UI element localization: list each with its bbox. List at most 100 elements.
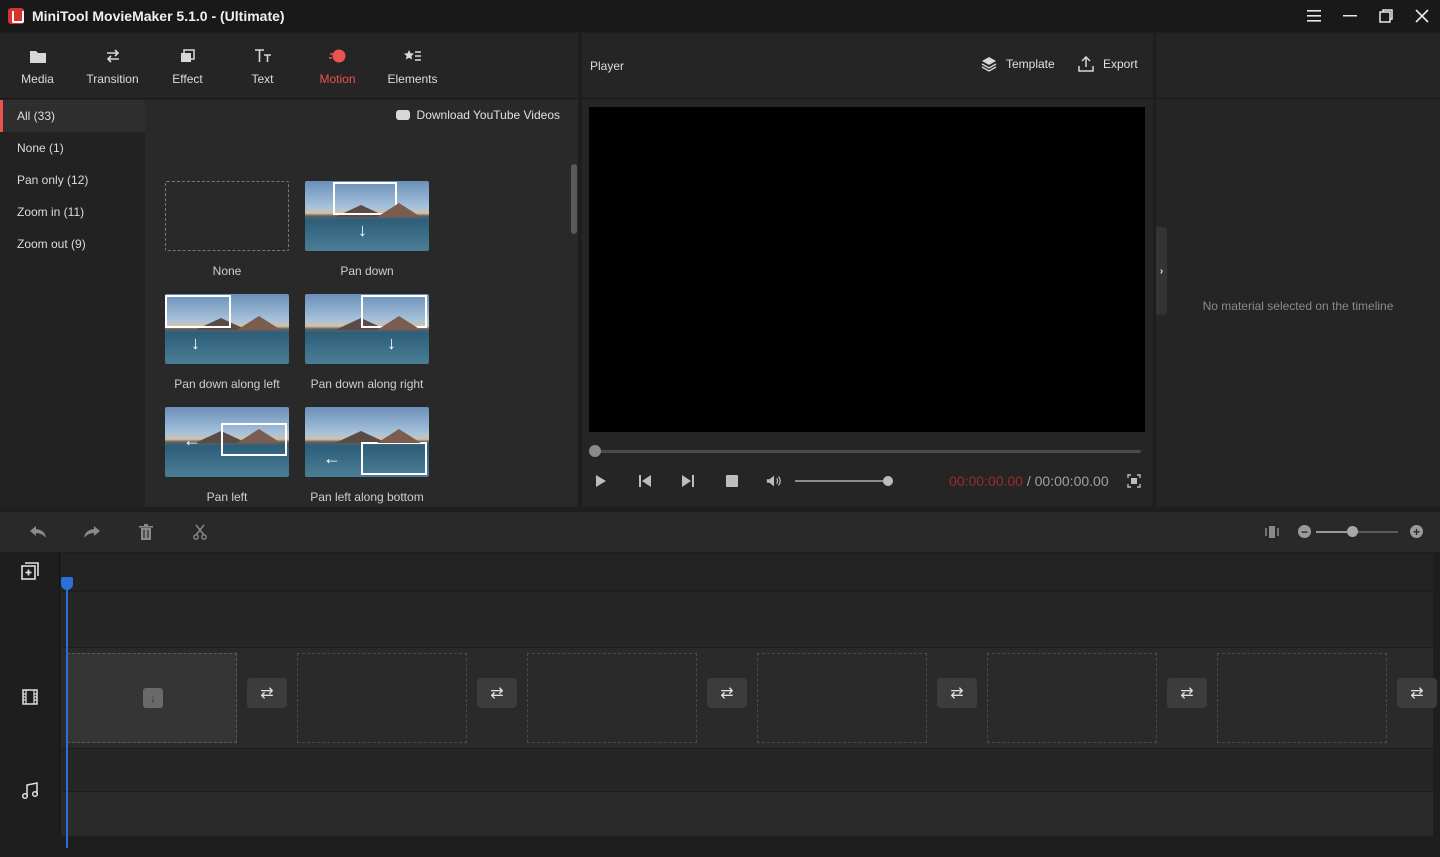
motion-item-label: Pan left along bottom: [310, 490, 424, 504]
redo-icon[interactable]: [82, 522, 102, 542]
transition-slot-icon[interactable]: ⇄: [707, 678, 747, 708]
playhead[interactable]: [66, 578, 68, 848]
tab-media-label: Media: [21, 72, 54, 86]
transition-slot-icon[interactable]: ⇄: [247, 678, 287, 708]
motion-item-pan-left[interactable]: ← Pan left: [165, 407, 289, 504]
tab-text[interactable]: Text: [225, 33, 300, 99]
timeline-toolbar: − +: [0, 512, 1440, 552]
minimize-icon[interactable]: [1332, 0, 1368, 32]
chevron-right-icon: ›: [1159, 265, 1164, 277]
video-clip-slot[interactable]: [297, 653, 467, 743]
zoom-out-icon[interactable]: −: [1298, 525, 1311, 538]
motion-item-pan-down[interactable]: ↓ Pan down: [305, 181, 429, 278]
category-zoom-in[interactable]: Zoom in (11): [0, 196, 145, 228]
next-frame-button[interactable]: [680, 473, 696, 489]
video-clip-slot[interactable]: [1217, 653, 1387, 743]
delete-icon[interactable]: [136, 522, 156, 542]
tab-elements-label: Elements: [387, 72, 438, 86]
transition-slot-icon[interactable]: ⇄: [1167, 678, 1207, 708]
motion-thumbnail: ↓: [305, 181, 429, 251]
tab-effect-label: Effect: [172, 72, 203, 86]
timeline-zoom-knob[interactable]: [1347, 526, 1358, 537]
pan-frame: [333, 182, 397, 215]
app-title: MiniTool MovieMaker 5.1.0 - (Ultimate): [32, 8, 285, 24]
transition-slot-icon[interactable]: ⇄: [477, 678, 517, 708]
template-label: Template: [1006, 57, 1055, 71]
title-bar: MiniTool MovieMaker 5.1.0 - (Ultimate): [0, 0, 1440, 32]
library-scrollbar[interactable]: [570, 132, 578, 507]
video-clip-slot[interactable]: [527, 653, 697, 743]
video-track-header: [0, 648, 60, 748]
video-track[interactable]: ↓ ⇄ ⇄ ⇄ ⇄ ⇄ ⇄: [61, 648, 1437, 748]
scrollbar-thumb[interactable]: [571, 164, 577, 234]
collapse-panel-tab[interactable]: ›: [1156, 227, 1167, 315]
category-list: All (33) None (1) Pan only (12) Zoom in …: [0, 100, 145, 507]
volume-icon[interactable]: [766, 473, 782, 489]
template-button[interactable]: Template: [980, 55, 1055, 73]
timeline-ruler[interactable]: [61, 553, 1433, 591]
video-clip-slot[interactable]: ↓: [67, 653, 237, 743]
menu-icon[interactable]: [1296, 0, 1332, 32]
tab-motion[interactable]: Motion: [300, 33, 375, 99]
playhead-handle[interactable]: [61, 577, 73, 590]
motion-item-label: Pan left: [206, 490, 248, 504]
fullscreen-icon[interactable]: [1126, 473, 1142, 489]
arrow-down-icon: ↓: [387, 333, 396, 353]
tab-media[interactable]: Media: [0, 33, 75, 99]
tab-effect[interactable]: Effect: [150, 33, 225, 99]
add-track-button[interactable]: [0, 553, 60, 591]
app-logo-icon: [8, 8, 24, 24]
category-zoom-out[interactable]: Zoom out (9): [0, 228, 145, 260]
motion-item-none[interactable]: None: [165, 181, 289, 278]
category-all[interactable]: All (33): [0, 100, 145, 132]
category-pan-only[interactable]: Pan only (12): [0, 164, 145, 196]
fit-timeline-icon[interactable]: [1262, 522, 1282, 542]
zoom-in-icon[interactable]: +: [1410, 525, 1423, 538]
player-title: Player: [590, 59, 625, 73]
overlay-track[interactable]: [61, 592, 1433, 647]
playback-progress-bar[interactable]: [591, 450, 1141, 453]
volume-slider[interactable]: [795, 480, 887, 482]
time-display: 00:00:00.00 / 00:00:00.00: [949, 473, 1109, 489]
layers-icon: [980, 55, 998, 73]
stop-button[interactable]: [724, 473, 740, 489]
close-icon[interactable]: [1404, 0, 1440, 32]
motion-item-pan-down-along-left[interactable]: ↓ Pan down along left: [165, 294, 289, 391]
tab-elements[interactable]: Elements: [375, 33, 450, 99]
window-controls: [1296, 0, 1440, 32]
motion-item-pan-down-along-right[interactable]: ↓ Pan down along right: [305, 294, 429, 391]
audio-track-lower[interactable]: [61, 792, 1433, 836]
undo-icon[interactable]: [28, 522, 48, 542]
film-icon: [21, 688, 38, 708]
import-media-icon: ↓: [143, 688, 163, 708]
export-upload-icon: [1077, 55, 1095, 73]
motion-thumbnail: ←: [165, 407, 289, 477]
category-none[interactable]: None (1): [0, 132, 145, 164]
tab-transition[interactable]: Transition: [75, 33, 150, 99]
transition-slot-icon[interactable]: ⇄: [1397, 678, 1437, 708]
motion-item-label: None: [212, 264, 242, 278]
add-track-icon: [20, 561, 39, 583]
video-clip-slot[interactable]: [757, 653, 927, 743]
playback-progress-knob[interactable]: [589, 445, 601, 457]
maximize-icon[interactable]: [1368, 0, 1404, 32]
scissors-icon[interactable]: [190, 522, 210, 542]
export-label: Export: [1103, 57, 1138, 71]
motion-item-pan-left-along-bottom[interactable]: ← Pan left along bottom: [305, 407, 429, 504]
volume-knob[interactable]: [883, 476, 893, 486]
previous-frame-button[interactable]: [637, 473, 653, 489]
video-preview[interactable]: [589, 107, 1145, 432]
transition-slot-icon[interactable]: ⇄: [937, 678, 977, 708]
motion-item-label: Pan down along right: [310, 377, 424, 391]
pan-frame: [361, 295, 427, 328]
no-selection-message: No material selected on the timeline: [1202, 299, 1394, 313]
download-cloud-icon: [395, 110, 410, 120]
play-button[interactable]: [593, 473, 609, 489]
video-clip-slot[interactable]: [987, 653, 1157, 743]
tool-tabs: Media Transition Effect Text Motion Elem…: [0, 33, 578, 99]
motion-item-label: Pan down along left: [174, 377, 280, 391]
audio-track[interactable]: [61, 749, 1433, 791]
download-youtube-button[interactable]: Download YouTube Videos: [395, 108, 560, 122]
pan-frame: [361, 442, 427, 475]
export-button[interactable]: Export: [1077, 55, 1138, 73]
